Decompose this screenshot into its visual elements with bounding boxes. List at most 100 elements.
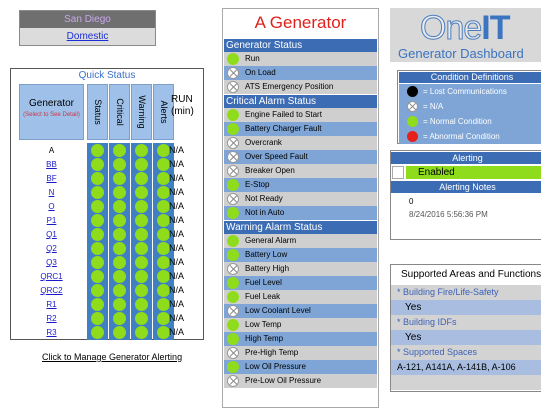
green-circle-icon — [113, 256, 126, 269]
generator-link[interactable]: N — [19, 185, 84, 200]
generator-link[interactable]: R3 — [19, 325, 84, 340]
warning-cell — [131, 199, 152, 214]
condition-definitions-title: Condition Definitions — [399, 72, 541, 83]
generator-link[interactable]: Q1 — [19, 227, 84, 242]
warning-cell — [131, 213, 152, 228]
generator-link[interactable]: Q2 — [19, 241, 84, 256]
green-circle-icon — [91, 172, 104, 185]
quick-status-row: Q2 N/A — [19, 241, 199, 256]
status-label: Run — [245, 54, 260, 63]
critical-cell — [109, 157, 130, 172]
status-label: General Alarm — [245, 236, 297, 245]
status-label: Battery Charger Fault — [245, 124, 322, 133]
generator-link[interactable]: A — [19, 143, 84, 158]
alerting-notes-title: Alerting Notes — [391, 181, 541, 193]
status-cell — [87, 171, 108, 186]
na-x-icon — [227, 151, 239, 163]
generator-link[interactable]: Q3 — [19, 255, 84, 270]
status-row: Fuel Leak — [224, 290, 377, 304]
fire-life-safety-value: Yes — [391, 300, 541, 315]
green-circle-icon — [135, 256, 148, 269]
green-circle-icon — [227, 277, 239, 289]
building-idfs-value: Yes — [391, 330, 541, 345]
quick-status-row: N N/A — [19, 185, 199, 200]
green-circle-icon — [227, 235, 239, 247]
status-cell — [87, 311, 108, 326]
status-label: Engine Failed to Start — [245, 110, 322, 119]
status-cell — [87, 213, 108, 228]
green-circle-icon — [227, 123, 239, 135]
green-circle-icon — [135, 312, 148, 325]
condition-lost-comms: = Lost Communications — [399, 84, 541, 99]
green-circle-icon — [91, 256, 104, 269]
generator-link[interactable]: O — [19, 199, 84, 214]
na-x-icon — [227, 375, 239, 387]
run-column-header: RUN (min) — [171, 94, 194, 117]
warning-column-header: Warning — [131, 84, 152, 140]
status-label: Over Speed Fault — [245, 152, 308, 161]
run-minutes: N/A — [169, 271, 185, 281]
quick-status-row: QRC2 N/A — [19, 283, 199, 298]
green-circle-icon — [91, 158, 104, 171]
run-minutes: N/A — [169, 243, 185, 253]
generator-link[interactable]: P1 — [19, 213, 84, 228]
status-row: Battery Low — [224, 248, 377, 262]
quick-status-row: R1 N/A — [19, 297, 199, 312]
site-type-link[interactable]: Domestic — [20, 28, 155, 45]
status-cell — [87, 199, 108, 214]
generator-link[interactable]: QRC1 — [19, 269, 84, 284]
status-row: E-Stop — [224, 178, 377, 192]
na-x-icon — [227, 137, 239, 149]
green-circle-icon — [91, 326, 104, 339]
generator-link[interactable]: BB — [19, 157, 84, 172]
green-circle-icon — [113, 270, 126, 283]
run-minutes: N/A — [169, 299, 185, 309]
generator-column-header: Generator (Select to See Detail) — [19, 84, 84, 140]
status-label: Pre-High Temp — [245, 348, 299, 357]
green-circle-icon — [227, 207, 239, 219]
critical-cell — [109, 171, 130, 186]
alerting-panel: Alerting Enabled Alerting Notes 0 8/24/2… — [390, 150, 541, 240]
status-label: Low Temp — [245, 320, 282, 329]
alerting-toggle[interactable] — [392, 166, 404, 179]
green-circle-icon — [135, 326, 148, 339]
condition-definitions-panel: Condition Definitions = Lost Communicati… — [397, 70, 541, 144]
run-minutes: N/A — [169, 229, 185, 239]
generator-header-hint: (Select to See Detail) — [23, 112, 80, 118]
generator-link[interactable]: BF — [19, 171, 84, 186]
generator-link[interactable]: QRC2 — [19, 283, 84, 298]
green-circle-icon — [91, 228, 104, 241]
green-circle-icon — [407, 116, 418, 127]
critical-column-header: Critical — [109, 84, 130, 140]
green-circle-icon — [113, 214, 126, 227]
status-cell — [87, 269, 108, 284]
na-x-icon — [227, 165, 239, 177]
green-circle-icon — [91, 242, 104, 255]
section-header: Warning Alarm Status — [224, 221, 377, 234]
critical-cell — [109, 325, 130, 340]
manage-alerting-link[interactable]: Click to Manage Generator Alerting — [42, 352, 182, 362]
green-circle-icon — [227, 53, 239, 65]
green-circle-icon — [227, 179, 239, 191]
run-minutes: N/A — [169, 313, 185, 323]
warning-cell — [131, 325, 152, 340]
condition-na: = N/A — [399, 99, 541, 114]
quick-status-title: Quick Status — [78, 70, 136, 81]
warning-cell — [131, 171, 152, 186]
generator-title: A Generator — [254, 13, 347, 32]
critical-cell — [109, 143, 130, 158]
status-row: ATS Emergency Position — [224, 80, 377, 94]
generator-link[interactable]: R2 — [19, 311, 84, 326]
quick-status-row: O N/A — [19, 199, 199, 214]
status-row: Battery Charger Fault — [224, 122, 377, 136]
brand-header: OneIT Generator Dashboard — [390, 8, 541, 62]
green-circle-icon — [135, 144, 148, 157]
na-x-icon — [407, 101, 418, 112]
quick-status-row: BF N/A — [19, 171, 199, 186]
supported-spaces-label: * Supported Spaces — [391, 345, 541, 360]
green-circle-icon — [135, 298, 148, 311]
green-circle-icon — [91, 312, 104, 325]
generator-link[interactable]: R1 — [19, 297, 84, 312]
status-row: Engine Failed to Start — [224, 108, 377, 122]
warning-cell — [131, 241, 152, 256]
